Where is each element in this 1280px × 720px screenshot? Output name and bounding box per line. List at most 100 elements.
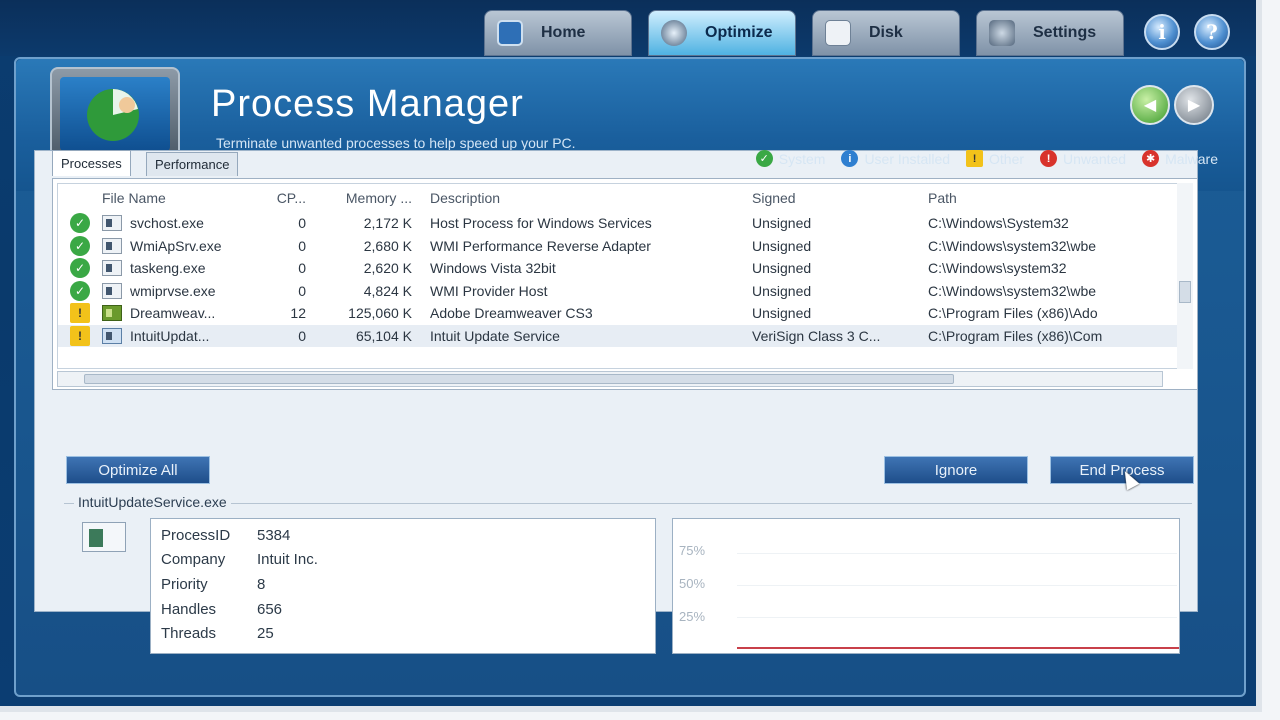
top-tab-bar: Home Optimize Disk Settings i ? (0, 0, 1256, 56)
description-value: Host Process for Windows Services (430, 215, 652, 232)
graph-label-50: 50% (679, 576, 706, 591)
graph-label-25: 25% (679, 609, 706, 624)
cpu-value: 0 (298, 215, 306, 232)
table-row[interactable]: ✓ wmiprvse.exe 0 4,824 K WMI Provider Host Un… (58, 280, 1178, 303)
legend-user-installed-label: User Installed (864, 150, 951, 167)
tab-settings-label: Settings (1033, 24, 1097, 41)
info-button[interactable]: i (1144, 14, 1180, 50)
detail-divider (64, 503, 1192, 504)
subtab-processes[interactable]: Processes (52, 150, 131, 176)
info-row: ProcessID 5384 (161, 526, 291, 544)
path-value: C:\Program Files (x86)\Com (928, 327, 1103, 344)
vertical-scroll-thumb[interactable] (1179, 281, 1191, 303)
exe-file-icon (102, 327, 122, 344)
cpu-value: 0 (298, 237, 306, 254)
signed-value: Unsigned (752, 282, 812, 299)
process-id-value: 5384 (257, 526, 291, 544)
file-name: WmiApSrv.exe (130, 237, 222, 254)
horizontal-scroll-thumb[interactable] (84, 374, 954, 384)
file-name: IntuitUpdat... (130, 327, 210, 344)
memory-value: 2,680 K (363, 237, 412, 254)
table-row[interactable]: ✓ taskeng.exe 0 2,620 K Windows Vista 32bit U… (58, 257, 1178, 280)
page-subtitle: Terminate unwanted processes to help spe… (216, 135, 576, 151)
exe-file-icon (102, 215, 122, 232)
system-icon: ✓ (70, 258, 90, 279)
optimize-icon (661, 20, 687, 46)
col-signed[interactable]: Signed (748, 190, 924, 206)
legend-other: ! Other (966, 150, 1024, 167)
legend-other-label: Other (989, 150, 1025, 167)
system-icon: ✓ (70, 280, 90, 301)
memory-value: 125,060 K (348, 305, 412, 322)
col-path[interactable]: Path (924, 190, 1144, 206)
process-info-box: ProcessID 5384 Company Intuit Inc. Priorit… (150, 518, 656, 654)
cpu-value: 12 (290, 305, 306, 322)
path-value: C:\Program Files (x86)\Ado (928, 305, 1098, 322)
exe-file-icon (102, 260, 122, 277)
table-row[interactable]: ! Dreamweav... 12 125,060 K Adobe Dreamweave… (58, 302, 1178, 325)
process-table: File Name CP... Memory ... Description S… (57, 183, 1179, 369)
cpu-usage-graph: 75% 50% 25% (672, 518, 1180, 654)
description-value: Intuit Update Service (430, 327, 560, 344)
table-row[interactable]: ✓ svchost.exe 0 2,172 K Host Process for Win… (58, 212, 1178, 235)
memory-value: 65,104 K (355, 327, 412, 344)
system-icon: ✓ (755, 150, 773, 167)
file-name: wmiprvse.exe (130, 282, 216, 299)
exe-file-icon (102, 282, 122, 299)
process-icon (82, 522, 126, 552)
memory-value: 2,620 K (363, 260, 412, 277)
path-value: C:\Windows\System32 (928, 215, 1069, 232)
warning-icon: ! (966, 150, 984, 167)
status-legend: ✓ System i User Installed ! Other ! Unwanted… (748, 150, 1218, 167)
subtab-processes-label: Processes (61, 156, 122, 171)
file-name: Dreamweav... (130, 305, 216, 322)
legend-unwanted: ! Unwanted (1040, 150, 1126, 167)
help-button[interactable]: ? (1194, 14, 1230, 50)
tab-home-label: Home (541, 24, 586, 41)
cpu-value: 0 (298, 327, 306, 344)
tab-settings[interactable]: Settings (976, 10, 1124, 56)
legend-unwanted-label: Unwanted (1063, 150, 1127, 167)
settings-icon (989, 20, 1015, 46)
vertical-scrollbar[interactable] (1177, 183, 1193, 369)
table-row[interactable]: ✓ WmiApSrv.exe 0 2,680 K WMI Performance Rev… (58, 235, 1178, 258)
table-header: File Name CP... Memory ... Description S… (58, 184, 1178, 212)
legend-malware: ✱ Malware (1142, 150, 1218, 167)
unwanted-icon: ! (1040, 150, 1058, 167)
tab-home[interactable]: Home (484, 10, 632, 56)
app-window: Home Optimize Disk Settings i ? Process … (0, 0, 1262, 712)
back-button[interactable]: ◀ (1130, 85, 1170, 125)
warning-icon: ! (70, 325, 90, 346)
col-memory[interactable]: Memory ... (318, 190, 426, 206)
usage-line (737, 647, 1179, 649)
file-name: taskeng.exe (130, 260, 206, 277)
cpu-value: 0 (298, 282, 306, 299)
forward-button[interactable]: ▶ (1174, 85, 1214, 125)
threads-value: 25 (257, 625, 274, 643)
col-file-name[interactable]: File Name (102, 190, 260, 206)
optimize-all-button[interactable]: Optimize All (66, 456, 210, 484)
col-description[interactable]: Description (426, 190, 748, 206)
tab-disk-label: Disk (869, 24, 903, 41)
tab-disk[interactable]: Disk (812, 10, 960, 56)
info-row: Handles 656 (161, 600, 283, 618)
tab-optimize[interactable]: Optimize (648, 10, 796, 56)
legend-user-installed: i User Installed (841, 150, 950, 167)
path-value: C:\Windows\system32 (928, 260, 1067, 277)
col-cpu[interactable]: CP... (260, 190, 318, 206)
company-value: Intuit Inc. (257, 551, 318, 569)
subtab-performance[interactable]: Performance (146, 152, 239, 176)
table-row[interactable]: ! IntuitUpdat... 0 65,104 K Intuit Update Se… (58, 324, 1178, 347)
horizontal-scrollbar[interactable] (57, 371, 1163, 387)
signed-value: Unsigned (752, 237, 812, 254)
disk-icon (825, 20, 851, 46)
back-arrow-icon: ◀ (1143, 97, 1157, 114)
system-icon: ✓ (70, 213, 90, 234)
info-row: Threads 25 (161, 625, 274, 643)
description-value: Windows Vista 32bit (430, 260, 556, 277)
user-installed-icon: i (841, 150, 859, 167)
process-table-frame: File Name CP... Memory ... Description S… (52, 178, 1198, 390)
ignore-button[interactable]: Ignore (884, 456, 1028, 484)
system-icon: ✓ (70, 235, 90, 256)
forward-arrow-icon: ▶ (1187, 97, 1201, 114)
